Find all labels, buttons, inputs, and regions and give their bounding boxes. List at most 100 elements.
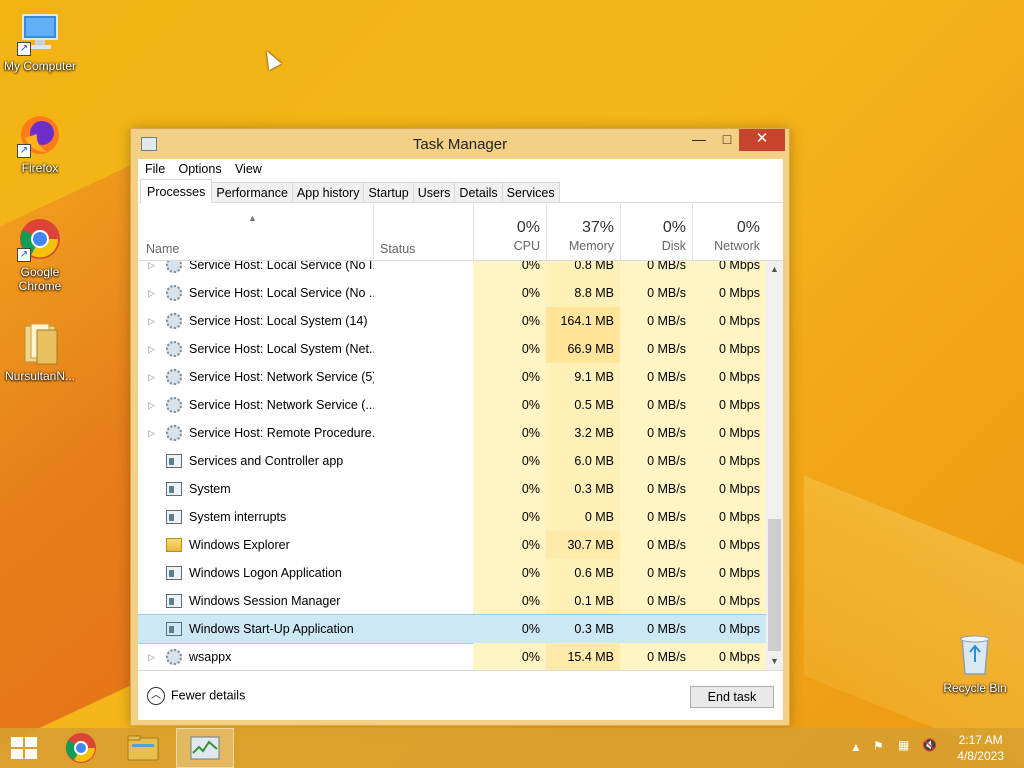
desktop-icon-my-computer[interactable]: ↗ My Computer	[0, 10, 80, 73]
column-header-name[interactable]: ▲ Name	[138, 204, 373, 261]
process-row[interactable]: ▷ Service Host: Local Service (No I... 0% 0…	[138, 261, 766, 279]
expand-chevron-icon[interactable]: ▷	[148, 643, 158, 670]
shortcut-arrow-icon: ↗	[17, 42, 31, 56]
column-header-network[interactable]: 0% Network	[692, 204, 766, 261]
process-name: wsappx	[189, 650, 232, 664]
process-cpu: 0%	[473, 559, 546, 587]
tab-users[interactable]: Users	[412, 182, 456, 203]
column-header-cpu[interactable]: 0% CPU	[473, 204, 546, 261]
scrollbar-thumb[interactable]	[768, 519, 781, 651]
process-memory: 0.1 MB	[546, 587, 620, 615]
process-disk: 0 MB/s	[620, 447, 692, 475]
volume-muted-icon[interactable]: 🔇	[922, 738, 937, 768]
end-task-button[interactable]: End task	[690, 686, 774, 708]
process-row[interactable]: Services and Controller app 0% 6.0 MB 0 MB/…	[138, 447, 766, 475]
process-cpu: 0%	[473, 419, 546, 447]
process-disk: 0 MB/s	[620, 587, 692, 615]
process-row[interactable]: ▷ Service Host: Local Service (No ... 0% 8.…	[138, 279, 766, 307]
process-list: ▷ Service Host: Local Service (No I... 0% 0…	[138, 261, 766, 670]
expand-chevron-icon[interactable]: ▷	[148, 419, 158, 447]
file-explorer-taskbar-button[interactable]	[114, 728, 172, 768]
process-row[interactable]: System 0% 0.3 MB 0 MB/s 0 Mbps	[138, 475, 766, 503]
recycle-bin-icon	[952, 632, 998, 678]
process-row[interactable]: ▷ Service Host: Remote Procedure... 0% 3.2 …	[138, 419, 766, 447]
process-cpu: 0%	[473, 447, 546, 475]
process-network: 0 Mbps	[692, 391, 766, 419]
process-memory: 8.8 MB	[546, 279, 620, 307]
tab-services[interactable]: Services	[501, 182, 560, 203]
process-disk: 0 MB/s	[647, 622, 686, 636]
action-center-flag-icon[interactable]: ⚑	[873, 739, 884, 768]
task-manager-taskbar-button[interactable]	[176, 728, 234, 768]
process-row[interactable]: Windows Logon Application 0% 0.6 MB 0 MB/s 0…	[138, 559, 766, 587]
tab-details[interactable]: Details	[454, 182, 503, 203]
process-network: 0 Mbps	[692, 559, 766, 587]
desktop-icon-chrome[interactable]: ↗ Google Chrome	[0, 216, 80, 293]
process-cpu: 0%	[473, 475, 546, 503]
tab-startup[interactable]: Startup	[363, 182, 414, 203]
process-disk: 0 MB/s	[620, 559, 692, 587]
minimize-button[interactable]: —	[685, 129, 713, 151]
expand-chevron-icon[interactable]: ▷	[148, 279, 158, 307]
sort-ascending-icon: ▲	[248, 213, 257, 223]
process-row[interactable]: Windows Explorer 0% 30.7 MB 0 MB/s 0 Mbps	[138, 531, 766, 559]
cpu-total-percent: 0%	[516, 219, 540, 236]
column-header-memory[interactable]: 37% Memory	[546, 204, 620, 261]
process-row[interactable]: ▷ Service Host: Local System (14) 0% 164.1 …	[138, 307, 766, 335]
process-name: System	[189, 482, 231, 496]
process-disk: 0 MB/s	[620, 643, 692, 670]
start-button[interactable]	[0, 728, 48, 768]
process-row[interactable]: ▷ Service Host: Network Service (5) 0% 9.1 …	[138, 363, 766, 391]
column-header-status[interactable]: Status	[373, 204, 473, 261]
title-bar[interactable]: Task Manager — □ ✕	[131, 129, 789, 159]
process-row[interactable]: Windows Session Manager 0% 0.1 MB 0 MB/s 0 M…	[138, 587, 766, 615]
desktop-icon-label: Firefox	[21, 161, 59, 175]
expand-chevron-icon[interactable]: ▷	[148, 335, 158, 363]
chrome-taskbar-button[interactable]	[52, 728, 110, 768]
desktop-icon-firefox[interactable]: ↗ Firefox	[0, 112, 80, 175]
expand-chevron-icon[interactable]: ▷	[148, 363, 158, 391]
close-button[interactable]: ✕	[739, 129, 785, 151]
column-header-disk[interactable]: 0% Disk	[620, 204, 692, 261]
vertical-scrollbar[interactable]: ▲ ▼	[766, 261, 783, 670]
menu-view[interactable]: View	[235, 159, 268, 176]
expand-chevron-icon[interactable]: ▷	[148, 391, 158, 419]
menu-file[interactable]: File	[145, 159, 171, 176]
tab-performance[interactable]: Performance	[211, 182, 293, 203]
system-clock[interactable]: 2:17 AM 4/8/2023	[957, 732, 1004, 764]
tab-processes[interactable]: Processes	[140, 179, 213, 203]
expand-chevron-icon	[148, 531, 158, 559]
expand-chevron-icon[interactable]: ▷	[148, 261, 158, 279]
menu-options[interactable]: Options	[179, 159, 228, 176]
process-cpu: 0%	[473, 335, 546, 363]
process-row[interactable]: System interrupts 0% 0 MB 0 MB/s 0 Mbps	[138, 503, 766, 531]
gear-icon	[166, 313, 182, 329]
tab-app-history[interactable]: App history	[291, 182, 365, 203]
maximize-button[interactable]: □	[713, 129, 741, 151]
desktop-icon-recycle-bin[interactable]: Recycle Bin	[935, 632, 1015, 695]
process-row[interactable]: ▷ Service Host: Local System (Net... 0% 66.…	[138, 335, 766, 363]
tab-strip: Processes Performance App history Startup Us…	[138, 179, 783, 203]
process-cpu: 0%	[521, 622, 540, 636]
process-row[interactable]: Windows Start-Up Application 0% 0.3 MB 0 MB…	[138, 614, 766, 644]
scroll-up-icon[interactable]: ▲	[766, 261, 783, 278]
gear-icon	[166, 397, 182, 413]
process-cpu: 0%	[473, 363, 546, 391]
process-network: 0 Mbps	[692, 307, 766, 335]
show-hidden-icons-button[interactable]: ▲	[850, 740, 862, 768]
expand-chevron-icon	[148, 447, 158, 475]
shortcut-arrow-icon: ↗	[17, 248, 31, 262]
process-row[interactable]: ▷ Service Host: Network Service (... 0% 0.5…	[138, 391, 766, 419]
scroll-down-icon[interactable]: ▼	[766, 653, 783, 670]
desktop-icon-folder[interactable]: NursultanN...	[0, 320, 80, 383]
process-disk: 0 MB/s	[620, 391, 692, 419]
chrome-icon	[65, 733, 96, 763]
expand-chevron-icon	[148, 615, 158, 643]
shortcut-arrow-icon: ↗	[17, 144, 31, 158]
task-manager-window[interactable]: Task Manager — □ ✕ File Options View Pro…	[130, 128, 790, 726]
fewer-details-button[interactable]: ︿ Fewer details	[147, 687, 245, 705]
process-name: Service Host: Network Service (5)	[189, 370, 374, 384]
network-icon[interactable]: ▦	[898, 738, 909, 768]
expand-chevron-icon[interactable]: ▷	[148, 307, 158, 335]
process-row[interactable]: ▷ wsappx 0% 15.4 MB 0 MB/s 0 Mbps	[138, 643, 766, 670]
